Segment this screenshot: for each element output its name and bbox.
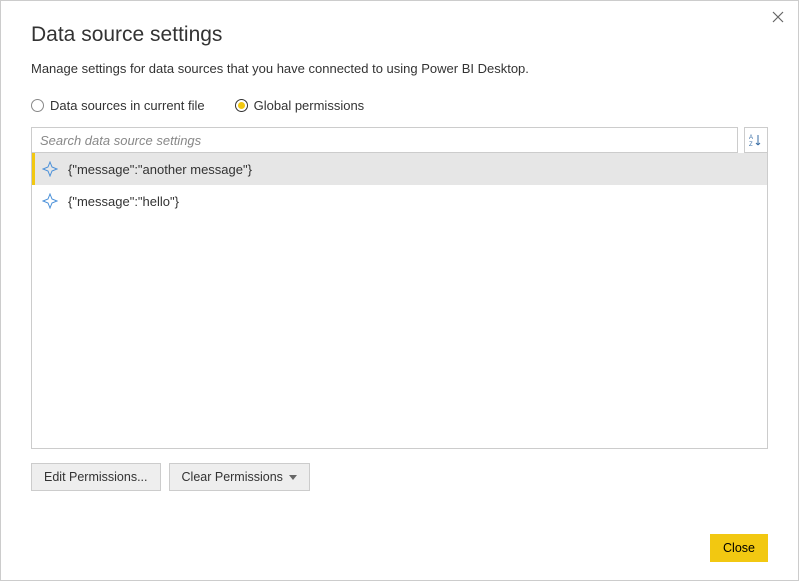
clear-permissions-button[interactable]: Clear Permissions [169,463,310,491]
radio-global-permissions[interactable]: Global permissions [235,98,365,113]
edit-permissions-button[interactable]: Edit Permissions... [31,463,161,491]
radio-label: Global permissions [254,98,365,113]
page-subtitle: Manage settings for data sources that yo… [31,61,768,76]
search-input[interactable] [31,127,738,153]
radio-icon [31,99,44,112]
data-source-list: {"message":"another message"} {"message"… [31,153,768,449]
page-title: Data source settings [31,23,768,47]
button-label: Clear Permissions [182,470,283,484]
radio-label: Data sources in current file [50,98,205,113]
close-icon[interactable] [770,9,786,25]
list-item-label: {"message":"hello"} [68,194,179,209]
list-item[interactable]: {"message":"another message"} [32,153,767,185]
button-label: Edit Permissions... [44,470,148,484]
list-item-label: {"message":"another message"} [68,162,252,177]
close-button[interactable]: Close [710,534,768,562]
data-source-icon [42,161,58,177]
chevron-down-icon [289,475,297,480]
sort-button[interactable]: A Z [744,127,768,153]
list-item[interactable]: {"message":"hello"} [32,185,767,217]
button-label: Close [723,541,755,555]
radio-current-file[interactable]: Data sources in current file [31,98,205,113]
sort-az-icon: A Z [749,133,763,147]
svg-text:Z: Z [749,142,753,147]
data-source-icon [42,193,58,209]
svg-text:A: A [749,135,753,141]
radio-icon [235,99,248,112]
